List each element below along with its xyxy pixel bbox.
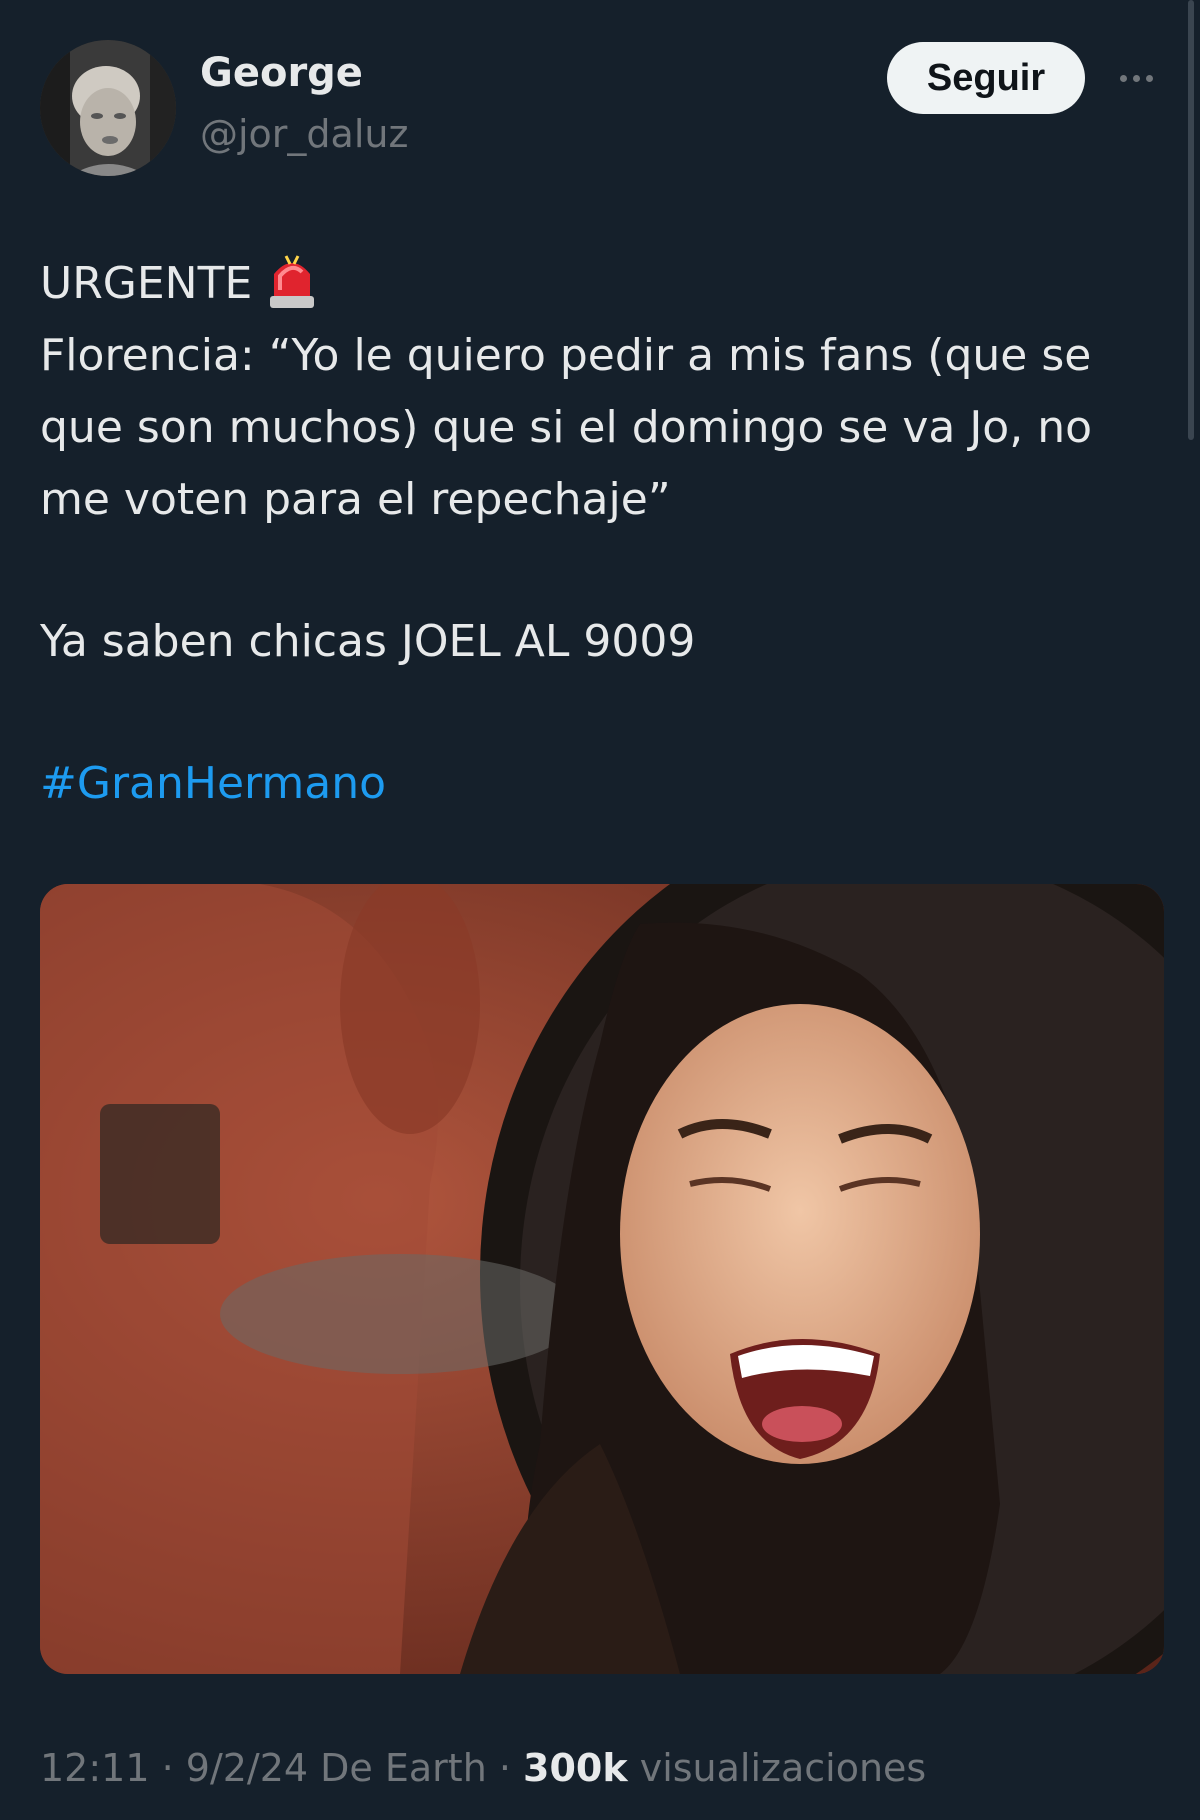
views-count: 300k — [523, 1746, 628, 1790]
tweet-line: #GranHermano — [40, 748, 1160, 820]
tweet-line-text: URGENTE — [40, 258, 253, 309]
ellipsis-dot — [1145, 74, 1153, 82]
police-siren-icon — [264, 250, 320, 310]
photo-laughing-woman-icon — [40, 884, 1164, 1674]
author-avatar[interactable] — [40, 40, 176, 176]
follow-button[interactable]: Seguir — [887, 42, 1085, 114]
tweet-line: que son muchos) que si el domingo se va … — [40, 402, 1093, 453]
tweet-line: Ya saben chicas JOEL AL 9009 — [40, 616, 696, 667]
scrollbar[interactable] — [1188, 0, 1194, 440]
ellipsis-icon — [1119, 74, 1127, 82]
tweet-line: me voten para el repechaje” — [40, 474, 671, 525]
tweet-time[interactable]: 12:11 — [40, 1746, 150, 1790]
tweet-line: Florencia: “Yo le quiero pedir a mis fan… — [40, 330, 1092, 381]
separator: · — [486, 1746, 524, 1790]
more-options-button[interactable] — [1112, 60, 1160, 96]
tweet-text: URGENTE Florencia: “Yo le quiero pedir a… — [40, 248, 1160, 820]
tweet-meta: 12:11 · 9/2/24 De Earth · 300k visualiza… — [40, 1746, 926, 1790]
author-handle[interactable]: @jor_daluz — [200, 112, 408, 156]
tweet-source: De Earth — [308, 1746, 487, 1790]
profile-photo-icon — [40, 40, 176, 176]
tweet-card: George @jor_daluz Seguir URGENTE Florenc… — [0, 0, 1200, 1820]
tweet-media-photo[interactable] — [40, 884, 1164, 1674]
separator: · — [149, 1746, 186, 1790]
tweet-date[interactable]: 9/2/24 — [186, 1746, 308, 1790]
tweet-line: URGENTE — [40, 248, 1160, 320]
hashtag-link[interactable]: #GranHermano — [40, 758, 386, 809]
ellipsis-dot — [1132, 74, 1140, 82]
author-display-name[interactable]: George — [200, 50, 363, 96]
views-label: visualizaciones — [627, 1746, 927, 1790]
